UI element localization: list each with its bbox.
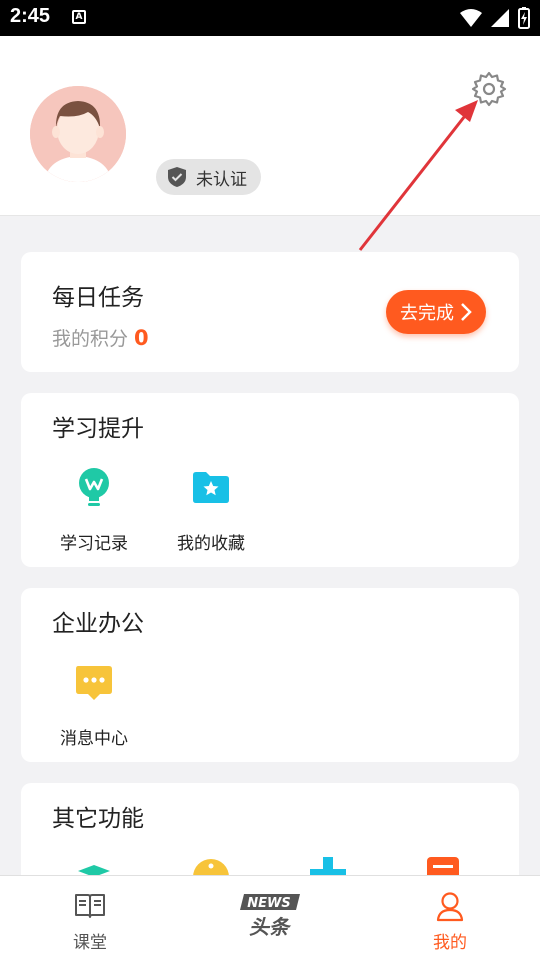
complete-task-label: 去完成: [400, 303, 454, 324]
complete-task-button[interactable]: 去完成: [386, 290, 486, 334]
status-notification-icon: A: [72, 10, 86, 24]
user-icon: [436, 892, 464, 922]
book-icon: [75, 894, 105, 918]
avatar[interactable]: [30, 86, 126, 182]
grid-item-label: 消息中心: [60, 729, 128, 749]
tab-label: 课堂: [73, 933, 107, 953]
news-logo-text-top: NEWS: [247, 896, 290, 911]
certification-badge[interactable]: 未认证: [156, 159, 261, 195]
wifi-icon: [460, 9, 482, 27]
status-bar: 2:45 A: [0, 0, 540, 36]
daily-task-title: 每日任务: [52, 285, 144, 311]
lightbulb-icon: [79, 468, 109, 506]
chevron-right-icon: [461, 303, 472, 321]
chat-bubble-icon: [76, 666, 112, 700]
certification-label: 未认证: [196, 169, 247, 190]
points-row: 我的积分 0: [52, 324, 149, 351]
other-functions-title: 其它功能: [52, 806, 144, 832]
tab-classroom[interactable]: 课堂: [30, 876, 150, 960]
tab-label: 我的: [433, 933, 467, 953]
learning-title: 学习提升: [52, 416, 144, 442]
news-logo: NEWS 头条: [240, 894, 300, 939]
status-time: 2:45: [10, 5, 51, 27]
grid-item-favorites[interactable]: 我的收藏: [156, 467, 266, 567]
grid-item-label: 学习记录: [60, 534, 128, 554]
points-label: 我的积分: [52, 328, 129, 350]
status-indicators: [460, 7, 530, 29]
grid-item-message-center[interactable]: 消息中心: [39, 662, 149, 762]
learning-card: 学习提升 学习记录 我的收藏: [21, 393, 519, 567]
bottom-tab-bar: 课堂 NEWS 头条 我的: [0, 875, 540, 960]
daily-task-card: 每日任务 我的积分 0 去完成: [21, 252, 519, 372]
shield-check-icon: [168, 167, 186, 187]
star-folder-icon: [193, 472, 229, 503]
tab-mine[interactable]: 我的: [390, 876, 510, 960]
avatar-illustration: [30, 86, 126, 182]
signal-icon: [491, 9, 509, 27]
news-logo-text-bottom: 头条: [249, 915, 292, 939]
tab-news[interactable]: NEWS 头条: [210, 876, 330, 960]
battery-icon: [518, 7, 530, 29]
grid-item-study-records[interactable]: 学习记录: [39, 467, 149, 567]
profile-header: 未认证: [0, 36, 540, 216]
grid-item-label: 我的收藏: [177, 534, 245, 554]
office-title: 企业办公: [52, 611, 144, 637]
settings-button[interactable]: [470, 70, 508, 108]
office-card: 企业办公 消息中心: [21, 588, 519, 762]
points-value: 0: [134, 326, 149, 350]
gear-icon: [471, 71, 507, 107]
